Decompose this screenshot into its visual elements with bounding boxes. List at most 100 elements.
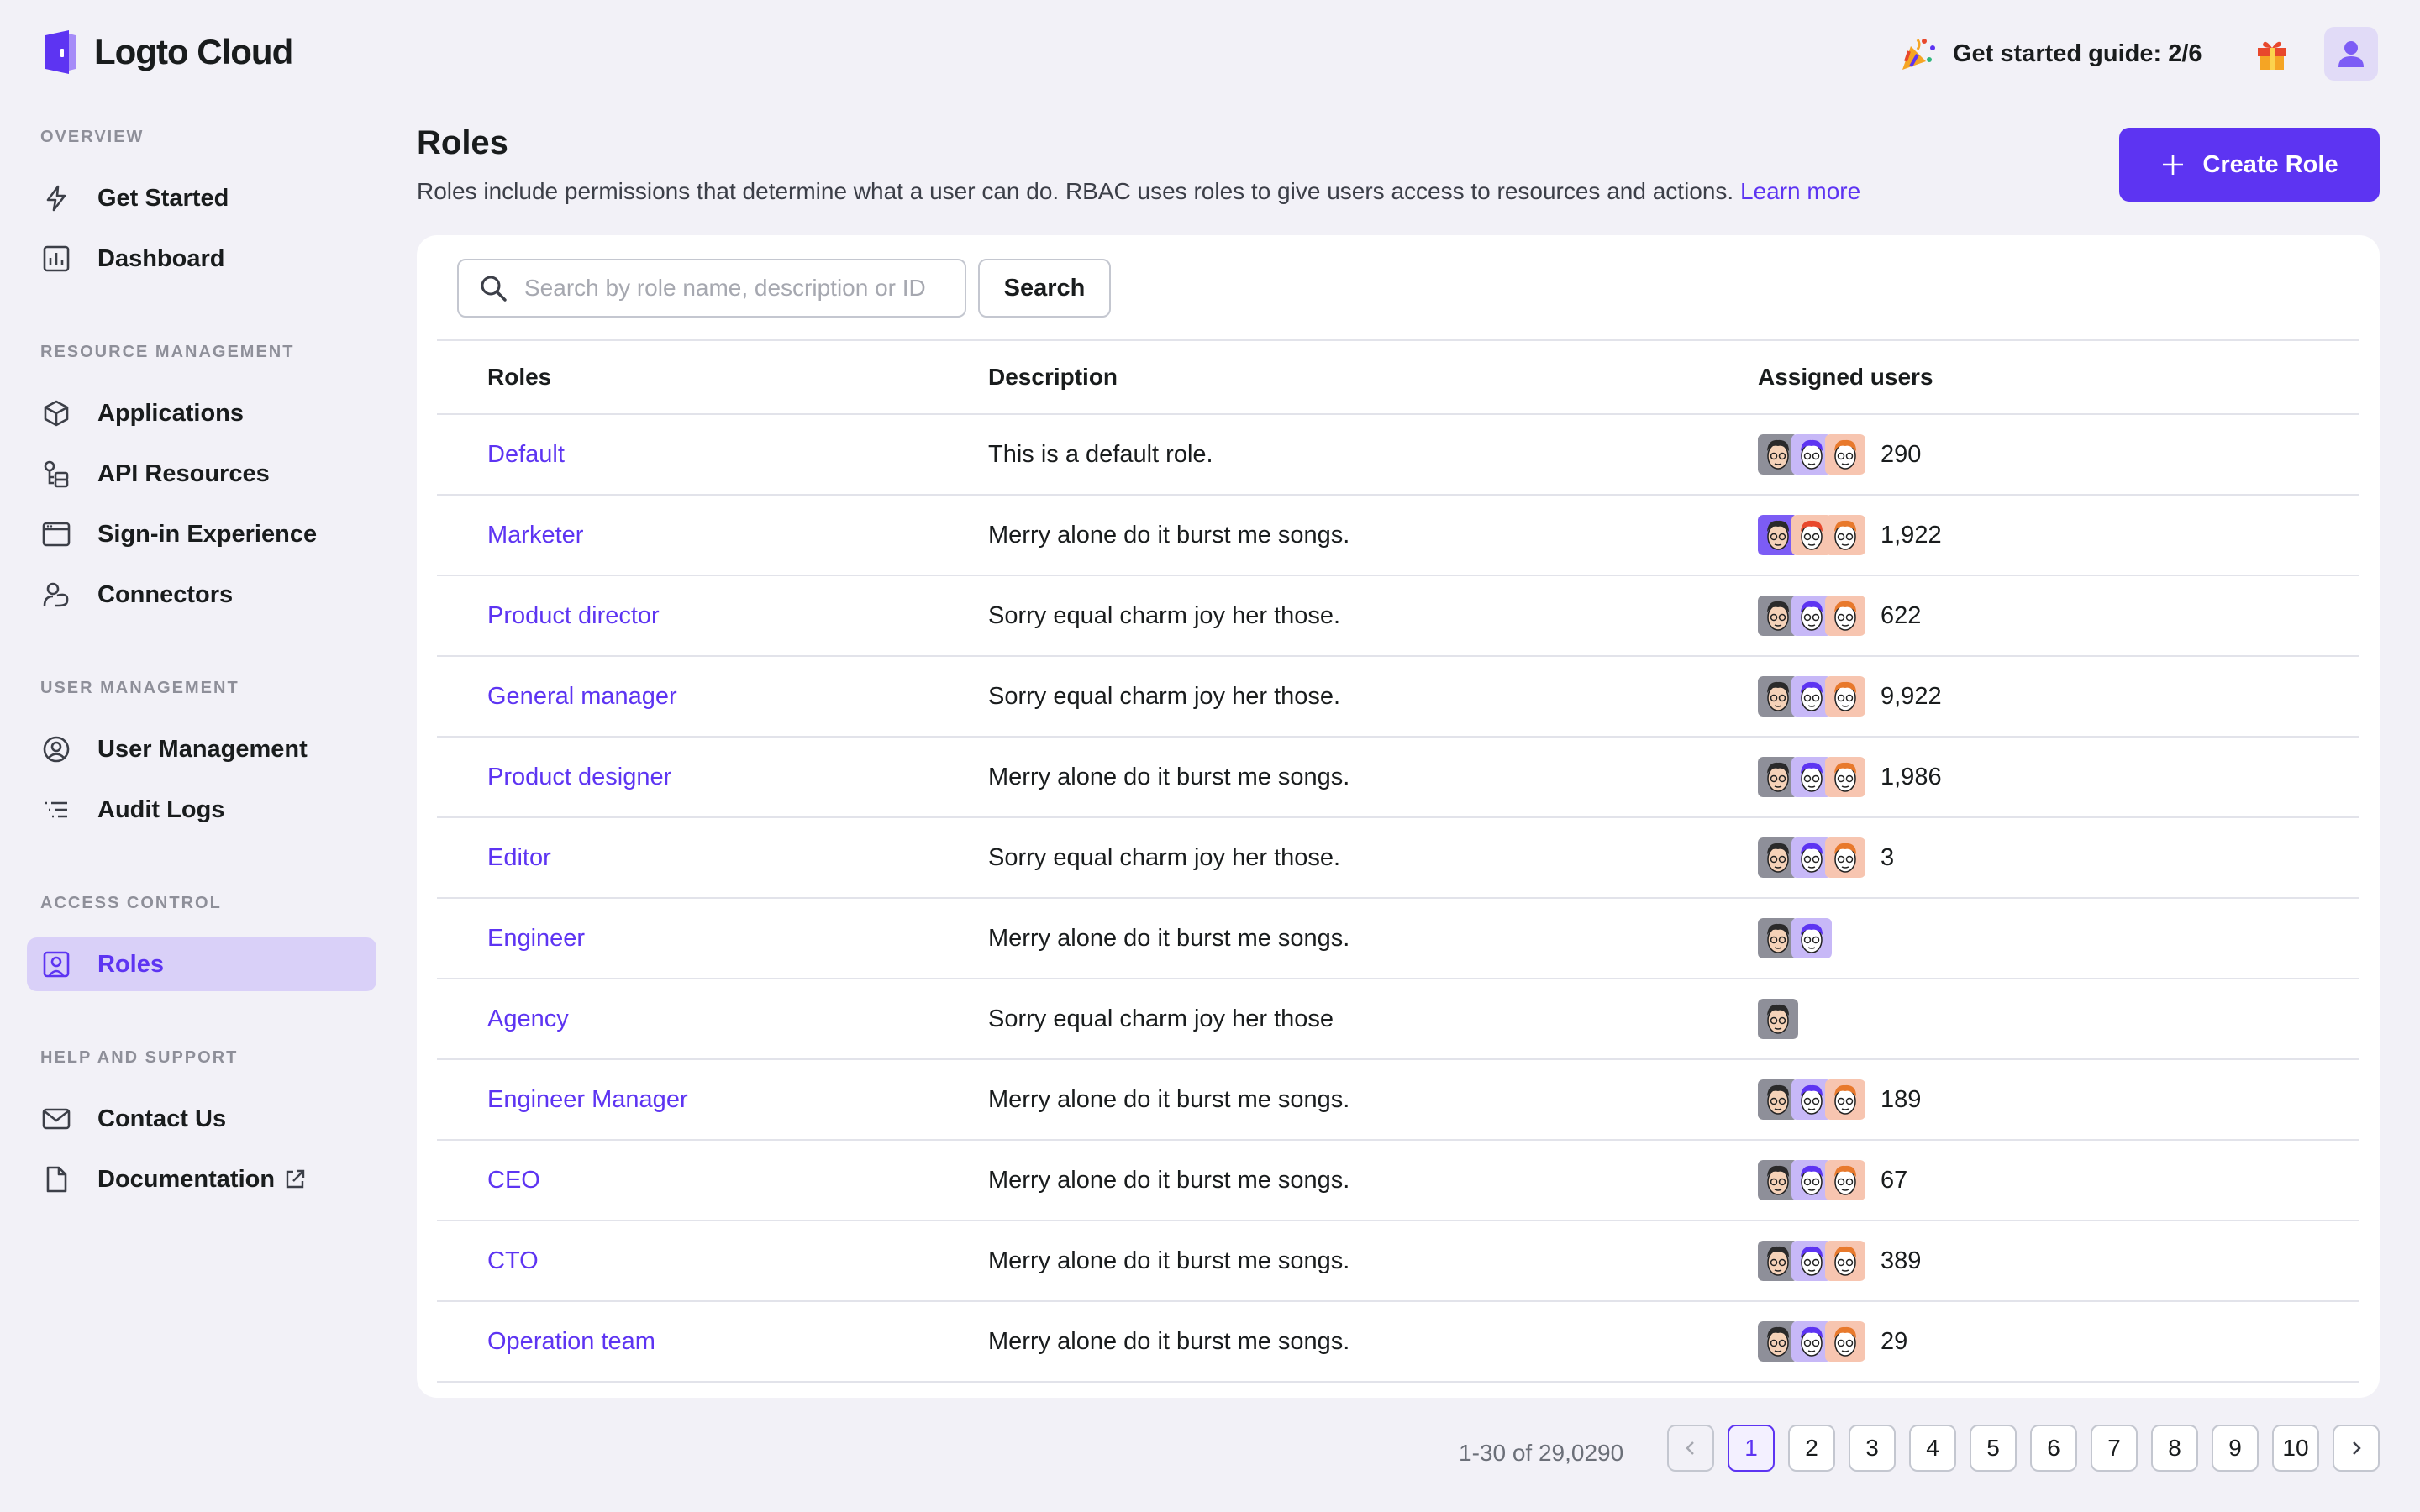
- chart-icon: [40, 243, 72, 275]
- role-description: Merry alone do it burst me songs.: [988, 1221, 1758, 1302]
- assigned-users: 622: [1758, 596, 2360, 636]
- pagination-summary: 1-30 of 29,0290: [1459, 1440, 1624, 1466]
- get-started-guide[interactable]: Get started guide: 2/6: [1899, 34, 2202, 74]
- previous-page-button[interactable]: [1667, 1425, 1714, 1472]
- section-title-access-control: ACCESS CONTROL: [40, 894, 222, 912]
- table-row[interactable]: Default This is a default role. 290: [437, 414, 2360, 496]
- sidebar-item-sign-in-experience[interactable]: Sign-in Experience: [27, 507, 376, 561]
- role-description: Merry alone do it burst me songs.: [988, 1140, 1758, 1221]
- page-button-9[interactable]: 9: [2212, 1425, 2259, 1472]
- assigned-users-count: 1,922: [1881, 521, 1942, 549]
- page-subtitle-text: Roles include permissions that determine…: [417, 178, 1734, 204]
- user-avatar: [1825, 1321, 1865, 1362]
- party-popper-icon: [1902, 39, 1935, 70]
- sidebar-item-audit-logs[interactable]: Audit Logs: [27, 783, 376, 837]
- role-name-link[interactable]: General manager: [487, 683, 677, 710]
- page-button-5[interactable]: 5: [1970, 1425, 2017, 1472]
- role-name-link[interactable]: Default: [487, 441, 565, 468]
- logo[interactable]: Logto Cloud: [40, 29, 293, 76]
- sidebar-item-documentation[interactable]: Documentation: [27, 1152, 376, 1206]
- page-button-7[interactable]: 7: [2091, 1425, 2138, 1472]
- assigned-users-count: 290: [1881, 440, 1922, 468]
- page-button-1[interactable]: 1: [1728, 1425, 1775, 1472]
- avatar-stack: [1758, 999, 1798, 1039]
- sidebar-item-contact-us[interactable]: Contact Us: [27, 1092, 376, 1146]
- avatar-stack: [1758, 434, 1865, 475]
- assigned-users-count: 67: [1881, 1166, 1908, 1194]
- role-name-link[interactable]: Operation team: [487, 1328, 655, 1355]
- user-avatar-button[interactable]: [2324, 27, 2378, 81]
- assigned-users: 3: [1758, 837, 2360, 878]
- create-role-button[interactable]: Create Role: [2119, 128, 2380, 202]
- page-button-6[interactable]: 6: [2030, 1425, 2077, 1472]
- learn-more-link[interactable]: Learn more: [1740, 178, 1860, 204]
- page-title: Roles: [417, 124, 508, 161]
- sidebar-item-connectors[interactable]: Connectors: [27, 568, 376, 622]
- external-link-icon: [286, 1169, 305, 1189]
- table-row[interactable]: Product designer Merry alone do it burst …: [437, 737, 2360, 818]
- role-name-link[interactable]: Product director: [487, 602, 660, 629]
- user-avatar: [1825, 1241, 1865, 1281]
- section-title-help-and-support: HELP AND SUPPORT: [40, 1048, 239, 1067]
- assigned-users: 389: [1758, 1241, 2360, 1281]
- page-button-4[interactable]: 4: [1909, 1425, 1956, 1472]
- column-header-description: Description: [988, 339, 1758, 415]
- user-avatar-icon: [2338, 41, 2364, 67]
- table-row[interactable]: CTO Merry alone do it burst me songs. 389: [437, 1221, 2360, 1302]
- sidebar-item-label: Documentation: [97, 1165, 276, 1193]
- search-input[interactable]: [524, 275, 961, 302]
- assigned-users-count: 622: [1881, 601, 1922, 629]
- role-name-link[interactable]: Editor: [487, 844, 551, 871]
- sidebar-item-label: Connectors: [97, 580, 234, 608]
- sidebar-item-get-started[interactable]: Get Started: [27, 171, 376, 225]
- search-box[interactable]: [457, 259, 966, 318]
- next-page-button[interactable]: [2333, 1425, 2380, 1472]
- chevron-left-icon: [1686, 1441, 1694, 1455]
- role-name-link[interactable]: Agency: [487, 1005, 569, 1032]
- logo-icon: [45, 30, 76, 74]
- create-role-label: Create Role: [2202, 150, 2338, 178]
- user-avatar: [1825, 596, 1865, 636]
- avatar-stack: [1758, 837, 1865, 878]
- sidebar-item-dashboard[interactable]: Dashboard: [27, 232, 376, 286]
- sidebar-item-user-management[interactable]: User Management: [27, 722, 376, 776]
- assigned-users: 67: [1758, 1160, 2360, 1200]
- role-name-link[interactable]: Engineer: [487, 925, 585, 952]
- sidebar-item-label: API Resources: [97, 459, 270, 487]
- table-row[interactable]: General manager Sorry equal charm joy her…: [437, 656, 2360, 738]
- column-header-assigned-users: Assigned users: [1758, 339, 2360, 415]
- page-button-8[interactable]: 8: [2151, 1425, 2198, 1472]
- table-row[interactable]: Agency Sorry equal charm joy her those: [437, 979, 2360, 1060]
- table-row[interactable]: Marketer Merry alone do it burst me songs…: [437, 495, 2360, 576]
- sidebar-item-label: Applications: [97, 399, 245, 427]
- sidebar-item-label: Sign-in Experience: [97, 520, 318, 548]
- role-name-link[interactable]: Marketer: [487, 522, 583, 549]
- search-button[interactable]: Search: [978, 259, 1111, 318]
- assigned-users-count: 9,922: [1881, 682, 1942, 710]
- table-row[interactable]: CEO Merry alone do it burst me songs. 67: [437, 1140, 2360, 1221]
- pagination: 1 2 3 4 5 6 7 8 9 10: [1667, 1425, 2380, 1472]
- role-badge-icon: [40, 948, 72, 980]
- role-name-link[interactable]: CTO: [487, 1247, 539, 1274]
- table-row[interactable]: Operation team Merry alone do it burst me…: [437, 1301, 2360, 1383]
- table-row[interactable]: Editor Sorry equal charm joy her those. 3: [437, 817, 2360, 899]
- sidebar-item-api-resources[interactable]: API Resources: [27, 447, 376, 501]
- gift-button[interactable]: [2252, 34, 2292, 74]
- sidebar-item-applications[interactable]: Applications: [27, 386, 376, 440]
- role-name-link[interactable]: Engineer Manager: [487, 1086, 688, 1113]
- assigned-users-count: 1,986: [1881, 763, 1942, 790]
- role-name-link[interactable]: CEO: [487, 1167, 540, 1194]
- page-button-2[interactable]: 2: [1788, 1425, 1835, 1472]
- user-avatar: [1825, 434, 1865, 475]
- page-button-10[interactable]: 10: [2272, 1425, 2319, 1472]
- table-row[interactable]: Product director Sorry equal charm joy he…: [437, 575, 2360, 657]
- assigned-users: 1,922: [1758, 515, 2360, 555]
- list-icon: [40, 794, 72, 826]
- table-row[interactable]: Engineer Merry alone do it burst me songs…: [437, 898, 2360, 979]
- role-description: Sorry equal charm joy her those.: [988, 817, 1758, 899]
- table-row[interactable]: Engineer Manager Merry alone do it burst …: [437, 1059, 2360, 1141]
- page-button-3[interactable]: 3: [1849, 1425, 1896, 1472]
- sidebar-item-roles[interactable]: Roles: [27, 937, 376, 991]
- role-description: This is a default role.: [988, 414, 1758, 496]
- role-name-link[interactable]: Product designer: [487, 764, 671, 790]
